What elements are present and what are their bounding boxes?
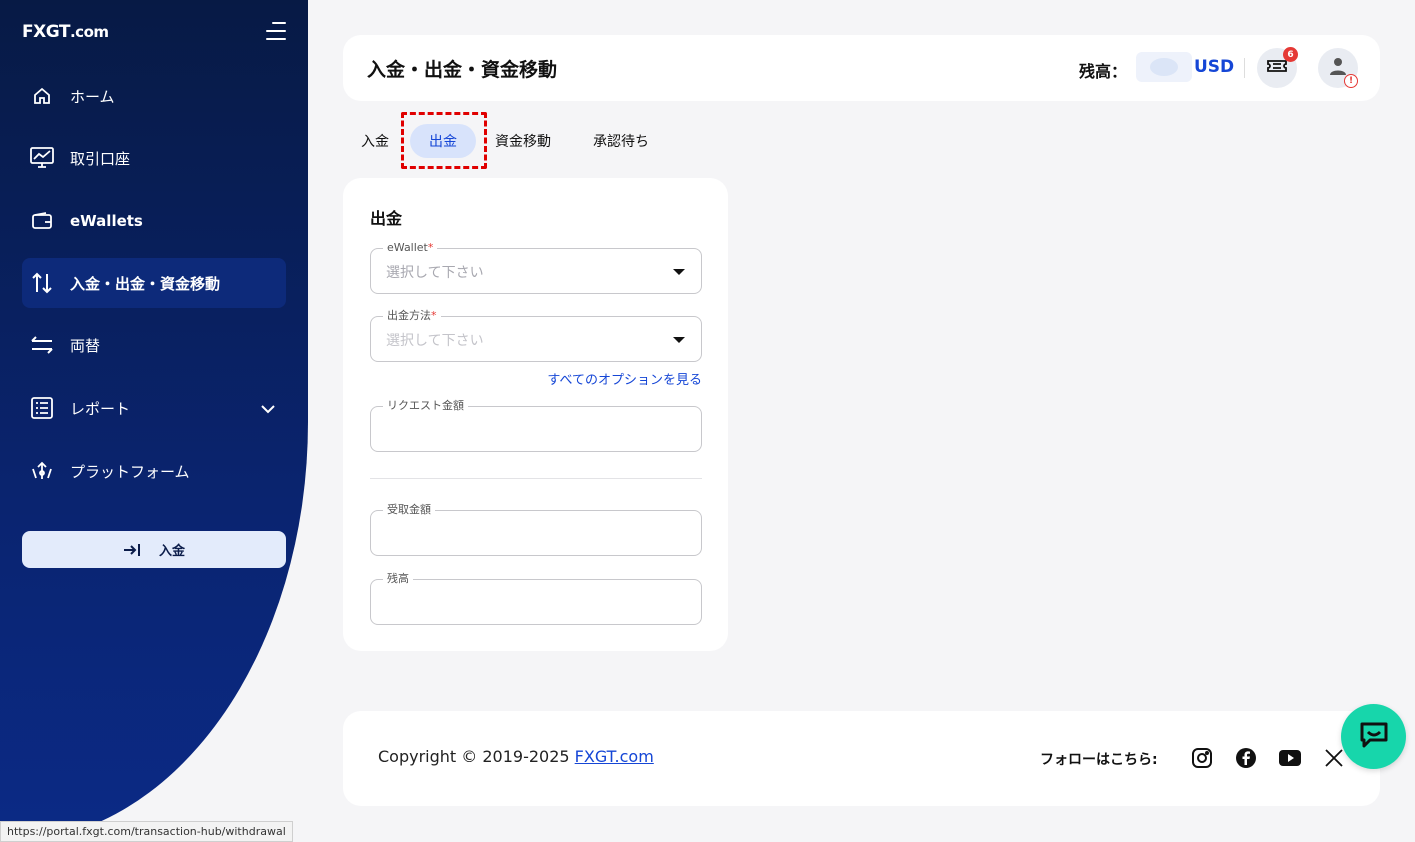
divider [370,478,702,479]
status-bar-url: https://portal.fxgt.com/transaction-hub/… [0,821,293,842]
youtube-icon[interactable] [1278,746,1302,770]
x-twitter-icon[interactable] [1322,746,1346,770]
tab-pending[interactable]: 承認待ち [593,124,649,158]
form-title: 出金 [370,209,403,228]
caret-down-icon [673,337,685,343]
chat-bubble-icon [1358,720,1390,754]
arrow-to-bar-icon [123,543,141,557]
sidebar-item-exchange[interactable]: 両替 [22,320,286,370]
chat-button[interactable] [1341,704,1406,769]
wallet-icon [30,209,54,233]
ewallet-select[interactable]: eWallet* 選択して下さい [370,241,702,294]
method-label: 出金方法* [383,309,441,323]
tab-deposit[interactable]: 入金 [361,124,389,158]
chart-monitor-icon [30,146,54,170]
follow-label: フォローはこちら: [1040,752,1158,768]
report-list-icon [30,396,54,420]
sidebar-item-label: 両替 [70,336,101,355]
deposit-button-label: 入金 [158,544,185,559]
chevron-down-icon[interactable] [260,400,276,418]
received-amount-label: 受取金額 [383,503,435,517]
home-icon [30,84,54,108]
facebook-icon[interactable] [1234,746,1258,770]
transfer-arrows-icon [30,271,54,295]
header-divider [1244,58,1245,78]
request-amount-label: リクエスト金額 [383,399,468,413]
warning-icon: ! [1344,74,1358,88]
sidebar-item-label: レポート [70,399,131,418]
balance-value-hidden [1136,52,1192,82]
sidebar-item-transactions[interactable]: 入金・出金・資金移動 [22,258,286,308]
sidebar-item-ewallets[interactable]: eWallets [22,196,286,246]
ewallet-label: eWallet* [383,241,438,255]
method-placeholder: 選択して下さい [386,333,484,349]
logo-domain: .com [69,23,109,41]
received-amount-input[interactable]: 受取金額 [370,503,702,556]
sidebar-item-label: 入金・出金・資金移動 [70,274,221,293]
fxgt-logo[interactable]: FXGT.com [22,22,109,42]
instagram-icon[interactable] [1190,746,1214,770]
withdrawal-form: 出金 eWallet* 選択して下さい 出金方法* 選択して下さい すべてのオプ… [343,178,728,651]
sidebar-item-trading-accounts[interactable]: 取引口座 [22,133,286,183]
sidebar: FXGT.com ホーム 取引口座 eWallets 入金・出金・資金移動 両替 [0,0,308,842]
request-amount-input[interactable]: リクエスト金額 [370,399,702,452]
highlight-annotation [401,112,487,169]
notification-badge: 6 [1283,47,1298,62]
ticket-icon [1267,58,1287,78]
tab-fund-transfer[interactable]: 資金移動 [495,124,551,158]
menu-toggle-icon[interactable] [266,22,286,40]
ewallet-placeholder: 選択して下さい [386,265,484,281]
exchange-icon [30,333,54,357]
withdrawal-method-select[interactable]: 出金方法* 選択して下さい [370,309,702,362]
sidebar-item-label: eWallets [70,212,143,230]
deposit-button[interactable]: 入金 [22,531,286,568]
balance-field-label: 残高 [383,572,413,586]
logo-text: FXGT [22,22,70,42]
sidebar-item-reports[interactable]: レポート [22,383,286,433]
caret-down-icon [673,269,685,275]
balance-currency: USD [1194,57,1235,77]
sidebar-item-home[interactable]: ホーム [22,71,286,121]
platform-icon [30,459,54,483]
sidebar-item-label: ホーム [70,87,115,106]
balance-label: 残高： [1079,62,1128,81]
footer: Copyright © 2019-2025 FXGT.com フォローはこちら: [343,711,1380,806]
copyright: Copyright © 2019-2025 FXGT.com [378,747,654,766]
page-header: 入金・出金・資金移動 残高： USD 6 ! [343,35,1380,101]
site-link[interactable]: FXGT.com [575,747,654,766]
sidebar-item-platform[interactable]: プラットフォーム [22,446,286,496]
sidebar-item-label: 取引口座 [70,149,131,168]
view-all-options-link[interactable]: すべてのオプションを見る [547,369,702,388]
page-title: 入金・出金・資金移動 [367,59,558,81]
balance-input[interactable]: 残高 [370,572,702,625]
sidebar-item-label: プラットフォーム [70,462,190,481]
